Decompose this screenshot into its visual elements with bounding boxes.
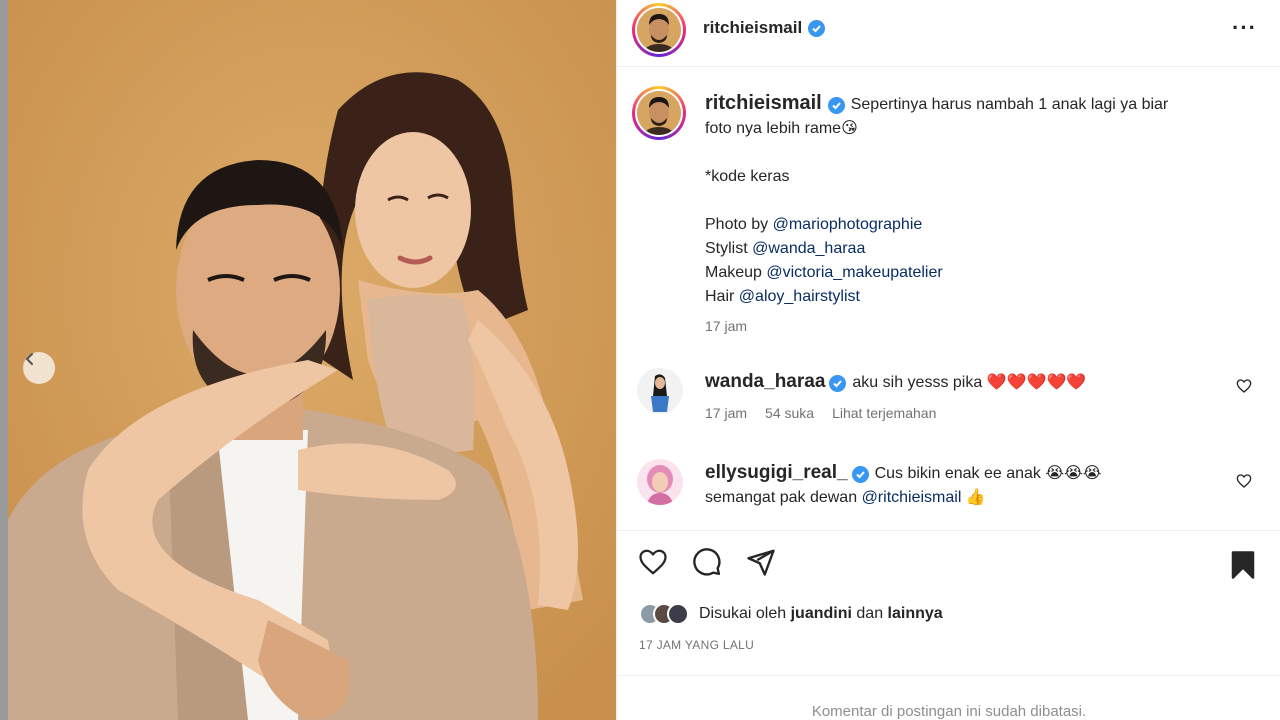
comment-like-button[interactable] (1236, 473, 1252, 494)
post-timestamp[interactable]: 17 JAM YANG LALU (639, 638, 754, 652)
credit-stylist-label: Stylist (705, 240, 748, 257)
mention-makeup[interactable]: @victoria_makeupatelier (766, 264, 942, 281)
caption-username[interactable]: ritchieismail (705, 92, 822, 114)
heart-icon (1236, 474, 1252, 488)
mention-photographer[interactable]: @mariophotographie (773, 216, 923, 233)
comment-text: aku sih yesss pika (852, 374, 983, 391)
liked-avatars (639, 603, 689, 625)
comment-mention[interactable]: @ritchieismail (862, 489, 962, 506)
heart-icon (1236, 379, 1252, 393)
post-actions (637, 547, 777, 582)
bookmark-icon (1231, 551, 1255, 579)
divider (617, 675, 1280, 676)
hearts-emoji: ❤️❤️❤️❤️❤️ (986, 374, 1087, 391)
header-username[interactable]: ritchieismail (703, 18, 802, 38)
avatar-image (637, 8, 681, 52)
caption-avatar[interactable] (632, 86, 686, 140)
comment-likes[interactable]: 54 suka (765, 401, 814, 425)
share-icon (747, 549, 775, 576)
comment-username[interactable]: ellysugigi_real_ (705, 462, 848, 483)
credit-makeup-label: Makeup (705, 264, 762, 281)
couple-photo (8, 0, 616, 720)
comment-body: wanda_haraa aku sih yesss pika ❤️❤️❤️❤️❤️… (705, 370, 1225, 425)
commenter-avatar[interactable] (637, 368, 683, 414)
comments-limited-notice: Komentar di postingan ini sudah dibatasi… (811, 703, 1087, 720)
caption-line-1: Sepertinya harus nambah 1 anak lagi ya b… (850, 96, 1169, 113)
avatar-image (637, 368, 683, 414)
like-button[interactable] (637, 547, 669, 582)
likes-prefix: Disukai oleh (699, 605, 787, 622)
credit-photo-label: Photo by (705, 216, 769, 233)
verified-icon (829, 375, 847, 392)
avatar-image (637, 459, 683, 505)
previous-photo-button[interactable] (23, 352, 55, 384)
likes-others[interactable]: lainnya (888, 605, 943, 622)
caption-text: ritchieismail Sepertinya harus nambah 1 a… (705, 91, 1245, 338)
commenter-avatar[interactable] (637, 459, 683, 505)
crying-emoji: 😭😭😭 (1045, 465, 1102, 482)
comment-icon (693, 548, 721, 576)
share-button[interactable] (745, 547, 777, 582)
more-options-button[interactable]: ··· (1232, 15, 1257, 40)
comment-username[interactable]: wanda_haraa (705, 371, 825, 392)
comment-text-line-2: semangat pak dewan (705, 489, 858, 506)
translate-link[interactable]: Lihat terjemahan (832, 401, 936, 425)
post-photo[interactable] (8, 0, 616, 720)
mention-hair[interactable]: @aloy_hairstylist (739, 288, 860, 305)
verified-icon (808, 19, 826, 37)
divider (617, 530, 1280, 531)
verified-icon (827, 97, 845, 114)
likes-user[interactable]: juandini (791, 605, 852, 622)
heart-icon (639, 549, 667, 575)
caption-line-3: *kode keras (705, 168, 790, 185)
caption-timestamp: 17 jam (705, 318, 748, 334)
likes-conj: dan (856, 605, 884, 622)
comment-body: ellysugigi_real_ Cus bikin enak ee anak 😭… (705, 461, 1225, 510)
author-username[interactable]: ritchieismail (703, 18, 826, 38)
mention-stylist[interactable]: @wanda_haraa (752, 240, 865, 257)
more-icon: ··· (1232, 15, 1257, 40)
thumbs-up-emoji: 👍 (965, 489, 986, 506)
post-header: ritchieismail ··· (617, 0, 1280, 67)
chevron-left-icon (25, 353, 33, 365)
avatar (667, 603, 689, 625)
comment-time[interactable]: 17 jam (705, 401, 747, 425)
kiss-emoji: 😘 (841, 120, 858, 137)
caption-line-2: foto nya lebih rame (705, 120, 842, 137)
comment-text: Cus bikin enak ee anak (874, 465, 1041, 482)
save-button[interactable] (1230, 550, 1256, 585)
comment-like-button[interactable] (1236, 378, 1252, 399)
likes-summary[interactable]: Disukai oleh juandini dan lainnya (639, 603, 943, 625)
window-edge (0, 0, 8, 720)
comment-button[interactable] (691, 547, 723, 582)
avatar-image (637, 91, 681, 135)
credit-hair-label: Hair (705, 288, 735, 305)
author-avatar[interactable] (632, 3, 686, 57)
post-details-panel: ritchieismail ··· ritchieismail Sepertin… (616, 0, 1280, 720)
verified-icon (851, 466, 869, 483)
